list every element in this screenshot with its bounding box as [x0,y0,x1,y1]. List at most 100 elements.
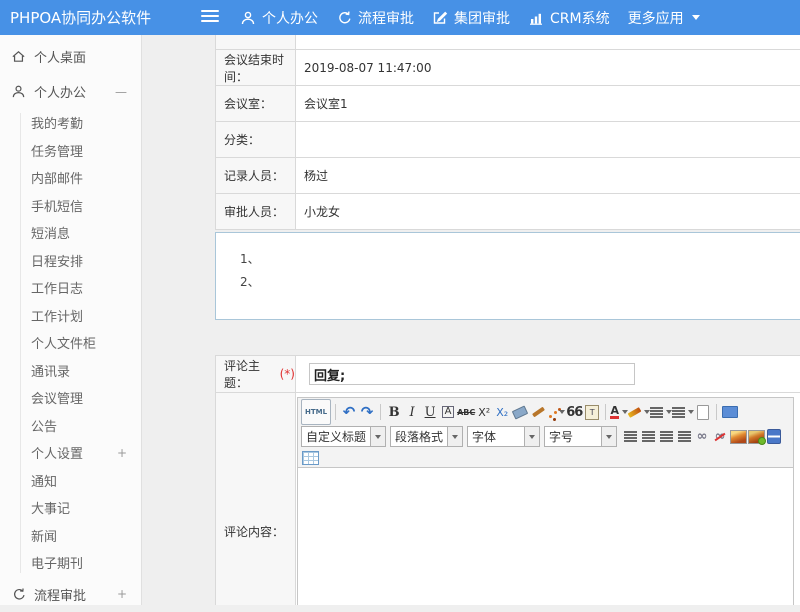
app-logo[interactable]: PHPOA协同办公软件 [0,7,151,28]
collapse-icon[interactable]: — [115,85,131,99]
table-grid-icon [302,451,319,465]
align-right-button[interactable] [657,427,675,447]
field-value: 会议室1 [296,86,800,121]
sidebar-submenu: 我的考勤 任务管理 内部邮件 手机短信 短消息 日程安排 工作日志 工作计划 个… [0,109,141,577]
font-size-select[interactable]: 字号 [544,426,617,447]
upload-image-button[interactable] [747,427,765,447]
unordered-list-button[interactable] [672,402,694,422]
table-row-end-time: 会议结束时间： 2019-08-07 11:47:00 [216,50,800,86]
sidebar-item-file-cabinet[interactable]: 个人文件柜 [0,329,141,357]
table-row-comment-subject: 评论主题： (*) [216,356,800,393]
unlink-button[interactable]: ∞ [711,427,729,447]
sidebar-item-short-message[interactable]: 短消息 [0,219,141,247]
sidebar-item-news[interactable]: 新闻 [0,522,141,550]
sidebar-item-personal-settings[interactable]: 个人设置 + [0,439,141,467]
font-family-select[interactable]: 字体 [467,426,540,447]
sidebar-item-desktop[interactable]: 个人桌面 [0,39,141,74]
font-color-button[interactable]: A [610,402,628,422]
sidebar: 个人桌面 个人办公 — 我的考勤 任务管理 内部邮件 手机短信 短消息 日程安排… [0,35,142,605]
nav-label: 集团审批 [454,8,510,28]
sidebar-item-announcements[interactable]: 公告 [0,412,141,440]
comment-form-table: 评论主题： (*) 评论内容： HTML [215,355,800,605]
sidebar-item-e-journal[interactable]: 电子期刊 [0,549,141,577]
menu-icon[interactable] [201,10,221,25]
blank-page-icon [697,405,709,420]
toolbar-separator [605,404,606,420]
table-row-comment-content: 评论内容： HTML ↶ ↷ B I [216,393,800,605]
sidebar-item-work-log[interactable]: 工作日志 [0,274,141,302]
sidebar-item-attendance[interactable]: 我的考勤 [0,109,141,137]
clear-format-button[interactable] [529,402,547,422]
field-value: 2019-08-07 11:47:00 [296,50,800,85]
monitor-icon [722,406,738,418]
heading-select[interactable]: 自定义标题 [301,426,386,447]
edit-square-icon [432,10,448,26]
sidebar-item-internal-mail[interactable]: 内部邮件 [0,164,141,192]
bar-chart-icon [528,10,544,26]
blockquote-button[interactable]: 66 [565,402,583,422]
nav-more-apps[interactable]: 更多应用 [628,8,700,28]
sidebar-item-events[interactable]: 大事记 [0,494,141,522]
meeting-notes-box: 1、 2、 [215,232,800,320]
link-button[interactable]: ∞ [693,427,711,447]
dropdown-button[interactable] [524,427,539,446]
bold-button[interactable]: B [385,402,403,422]
sidebar-item-contacts[interactable]: 通讯录 [0,357,141,385]
sidebar-item-notices[interactable]: 通知 [0,467,141,495]
highlight-color-button[interactable] [628,402,650,422]
font-style-button[interactable]: A [439,402,457,422]
sidebar-item-tasks[interactable]: 任务管理 [0,137,141,165]
undo-button[interactable]: ↶ [340,402,358,422]
note-line: 1、 [240,248,800,271]
sidebar-item-work-plan[interactable]: 工作计划 [0,302,141,330]
ordered-list-icon [650,407,663,418]
editor-toolbar: HTML ↶ ↷ B I U A ABC X² [298,398,793,468]
sidebar-item-schedule[interactable]: 日程安排 [0,247,141,275]
superscript-button[interactable]: X² [475,402,493,422]
sidebar-item-sms[interactable]: 手机短信 [0,192,141,220]
align-center-button[interactable] [639,427,657,447]
comment-subject-input[interactable] [309,363,635,385]
person-icon [240,10,256,26]
align-left-button[interactable] [621,427,639,447]
expand-icon[interactable]: + [117,587,131,601]
html-source-button[interactable]: HTML [301,399,331,425]
nav-label: 流程审批 [358,8,414,28]
comment-content-editarea[interactable] [298,468,793,605]
sidebar-item-workflow-approval[interactable]: 流程审批 + [0,577,141,612]
ordered-list-button[interactable] [650,402,672,422]
image-upload-icon [748,430,765,444]
underline-button[interactable]: U [421,402,439,422]
remove-format-button[interactable] [511,402,529,422]
nav-workflow-approval[interactable]: 流程审批 [336,8,414,28]
redo-button[interactable]: ↷ [358,402,376,422]
sidebar-item-personal-office[interactable]: 个人办公 — [0,74,141,109]
toolbar-separator [380,404,381,420]
nav-crm-system[interactable]: CRM系统 [528,8,610,28]
dropdown-button[interactable] [601,427,616,446]
paragraph-format-select[interactable]: 段落格式 [390,426,463,447]
insert-media-button[interactable] [765,427,783,447]
insert-image-button[interactable] [729,427,747,447]
dropdown-button[interactable] [370,427,385,446]
field-label: 评论内容： [216,393,296,605]
align-justify-button[interactable] [675,427,693,447]
sidebar-item-meetings[interactable]: 会议管理 [0,384,141,412]
new-page-button[interactable] [694,402,712,422]
dropdown-button[interactable] [447,427,462,446]
align-justify-icon [678,431,691,442]
nav-group-approval[interactable]: 集团审批 [432,8,510,28]
home-icon [10,49,26,64]
strikethrough-button[interactable]: ABC [457,402,475,422]
field-label: 评论主题： (*) [216,356,296,392]
format-brush-button[interactable] [547,402,565,422]
subscript-button[interactable]: X₂ [493,402,511,422]
nav-personal-office[interactable]: 个人办公 [240,8,318,28]
fullscreen-button[interactable] [721,402,739,422]
expand-icon[interactable]: + [117,446,141,460]
paste-text-button[interactable]: T [583,402,601,422]
insert-table-button[interactable] [301,448,319,468]
field-value [296,122,800,157]
italic-button[interactable]: I [403,402,421,422]
chevron-down-icon [692,15,700,20]
